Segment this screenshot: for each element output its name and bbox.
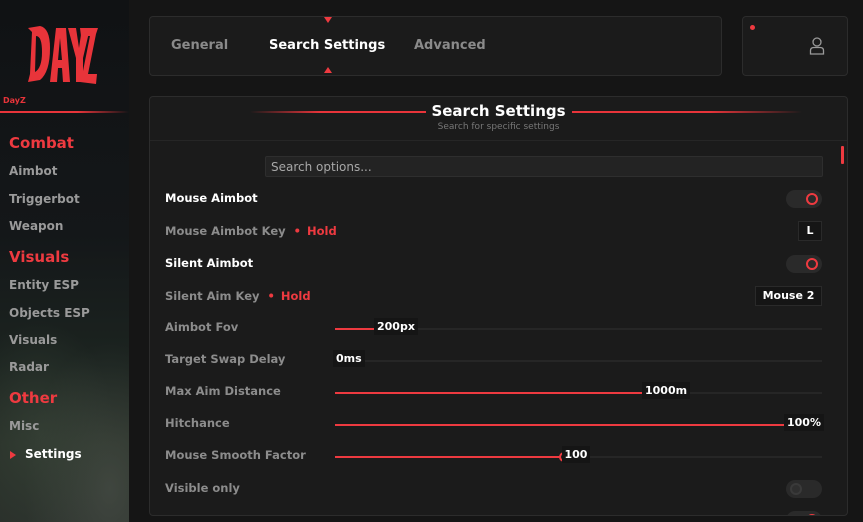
aimbot-fov-slider[interactable]: 200px	[335, 318, 822, 335]
mouse-aimbot-key-mode[interactable]: Hold	[307, 224, 337, 238]
mouse-aimbot-label: Mouse Aimbot	[165, 191, 258, 205]
hitchance-slider[interactable]: 100%	[335, 414, 824, 431]
sidebar-item-triggerbot[interactable]: Triggerbot	[9, 192, 80, 206]
target-swap-delay-slider[interactable]: 0ms	[333, 350, 822, 367]
active-item-arrow-icon	[10, 451, 16, 459]
sidebar-item-aimbot[interactable]: Aimbot	[9, 164, 57, 178]
search-input[interactable]	[265, 156, 823, 177]
silent-aimbot-toggle[interactable]	[786, 255, 822, 273]
slider-value: 100	[561, 446, 591, 463]
hitchance-label: Hitchance	[165, 416, 230, 430]
silent-aim-key-label: Silent Aim Key • Hold	[165, 289, 311, 303]
slider-value: 1000m	[642, 382, 691, 399]
slider-fill	[335, 456, 564, 458]
slider-fill	[335, 424, 822, 426]
tab-bar: General Search Settings Advanced	[149, 16, 722, 76]
toggle-knob	[806, 514, 818, 515]
mouse-aimbot-toggle[interactable]	[786, 190, 822, 208]
slider-value: 100%	[784, 414, 824, 431]
panel-subtitle: Search for specific settings	[437, 122, 560, 132]
mouse-smooth-factor-label: Mouse Smooth Factor	[165, 448, 306, 462]
next-row-toggle[interactable]	[786, 511, 822, 515]
logo-caption: DayZ	[3, 96, 26, 105]
max-aim-distance-label: Max Aim Distance	[165, 384, 281, 398]
silent-aimbot-label: Silent Aimbot	[165, 256, 254, 270]
logo-divider	[0, 111, 129, 113]
sidebar-item-settings[interactable]: Settings	[25, 447, 82, 461]
mouse-smooth-factor-slider[interactable]: 100	[335, 446, 822, 463]
notification-dot	[750, 25, 755, 30]
scrollbar-thumb[interactable]	[841, 146, 844, 164]
hold-dot-icon: •	[267, 289, 275, 303]
silent-aim-key-mode[interactable]: Hold	[281, 289, 311, 303]
user-panel	[742, 16, 848, 76]
mouse-aimbot-key-text: Mouse Aimbot Key	[165, 224, 286, 238]
active-tab-marker-bottom-icon	[324, 67, 332, 73]
panel-header: Search Settings Search for specific sett…	[150, 97, 847, 141]
toggle-knob	[790, 483, 802, 495]
max-aim-distance-slider[interactable]: 1000m	[335, 382, 822, 399]
visible-only-label: Visible only	[165, 481, 240, 495]
sidebar-item-visuals[interactable]: Visuals	[9, 333, 57, 347]
silent-aim-key-text: Silent Aim Key	[165, 289, 260, 303]
sidebar-item-radar[interactable]: Radar	[9, 360, 49, 374]
tab-general[interactable]: General	[171, 38, 228, 53]
target-swap-delay-label: Target Swap Delay	[165, 352, 286, 366]
tab-search-settings[interactable]: Search Settings	[269, 38, 385, 53]
panel-title: Search Settings	[431, 102, 566, 120]
hold-dot-icon: •	[293, 224, 302, 238]
visible-only-toggle[interactable]	[786, 480, 822, 498]
tab-advanced[interactable]: Advanced	[414, 38, 486, 53]
dayz-logo	[28, 26, 98, 84]
sidebar-item-weapon[interactable]: Weapon	[9, 219, 63, 233]
slider-value: 0ms	[333, 350, 365, 367]
nav-section-visuals: Visuals	[9, 248, 70, 266]
aimbot-fov-label: Aimbot Fov	[165, 320, 239, 334]
toggle-knob	[806, 193, 818, 205]
silent-aim-keybind[interactable]: Mouse 2	[755, 286, 822, 306]
mouse-aimbot-keybind[interactable]: L	[798, 221, 822, 241]
sidebar: DayZ Combat Aimbot Triggerbot Weapon Vis…	[0, 0, 129, 522]
slider-fill	[335, 392, 654, 394]
settings-panel: Search Settings Search for specific sett…	[149, 96, 848, 516]
toggle-knob	[806, 258, 818, 270]
nav-section-other: Other	[9, 389, 58, 407]
sidebar-item-entity-esp[interactable]: Entity ESP	[9, 278, 79, 292]
sidebar-item-misc[interactable]: Misc	[9, 419, 39, 433]
sidebar-item-objects-esp[interactable]: Objects ESP	[9, 306, 90, 320]
nav-section-combat: Combat	[9, 134, 74, 152]
slider-value: 200px	[374, 318, 418, 335]
mouse-aimbot-key-label: Mouse Aimbot Key • Hold	[165, 224, 337, 238]
user-icon[interactable]	[809, 37, 825, 55]
active-tab-marker-top-icon	[324, 17, 332, 23]
